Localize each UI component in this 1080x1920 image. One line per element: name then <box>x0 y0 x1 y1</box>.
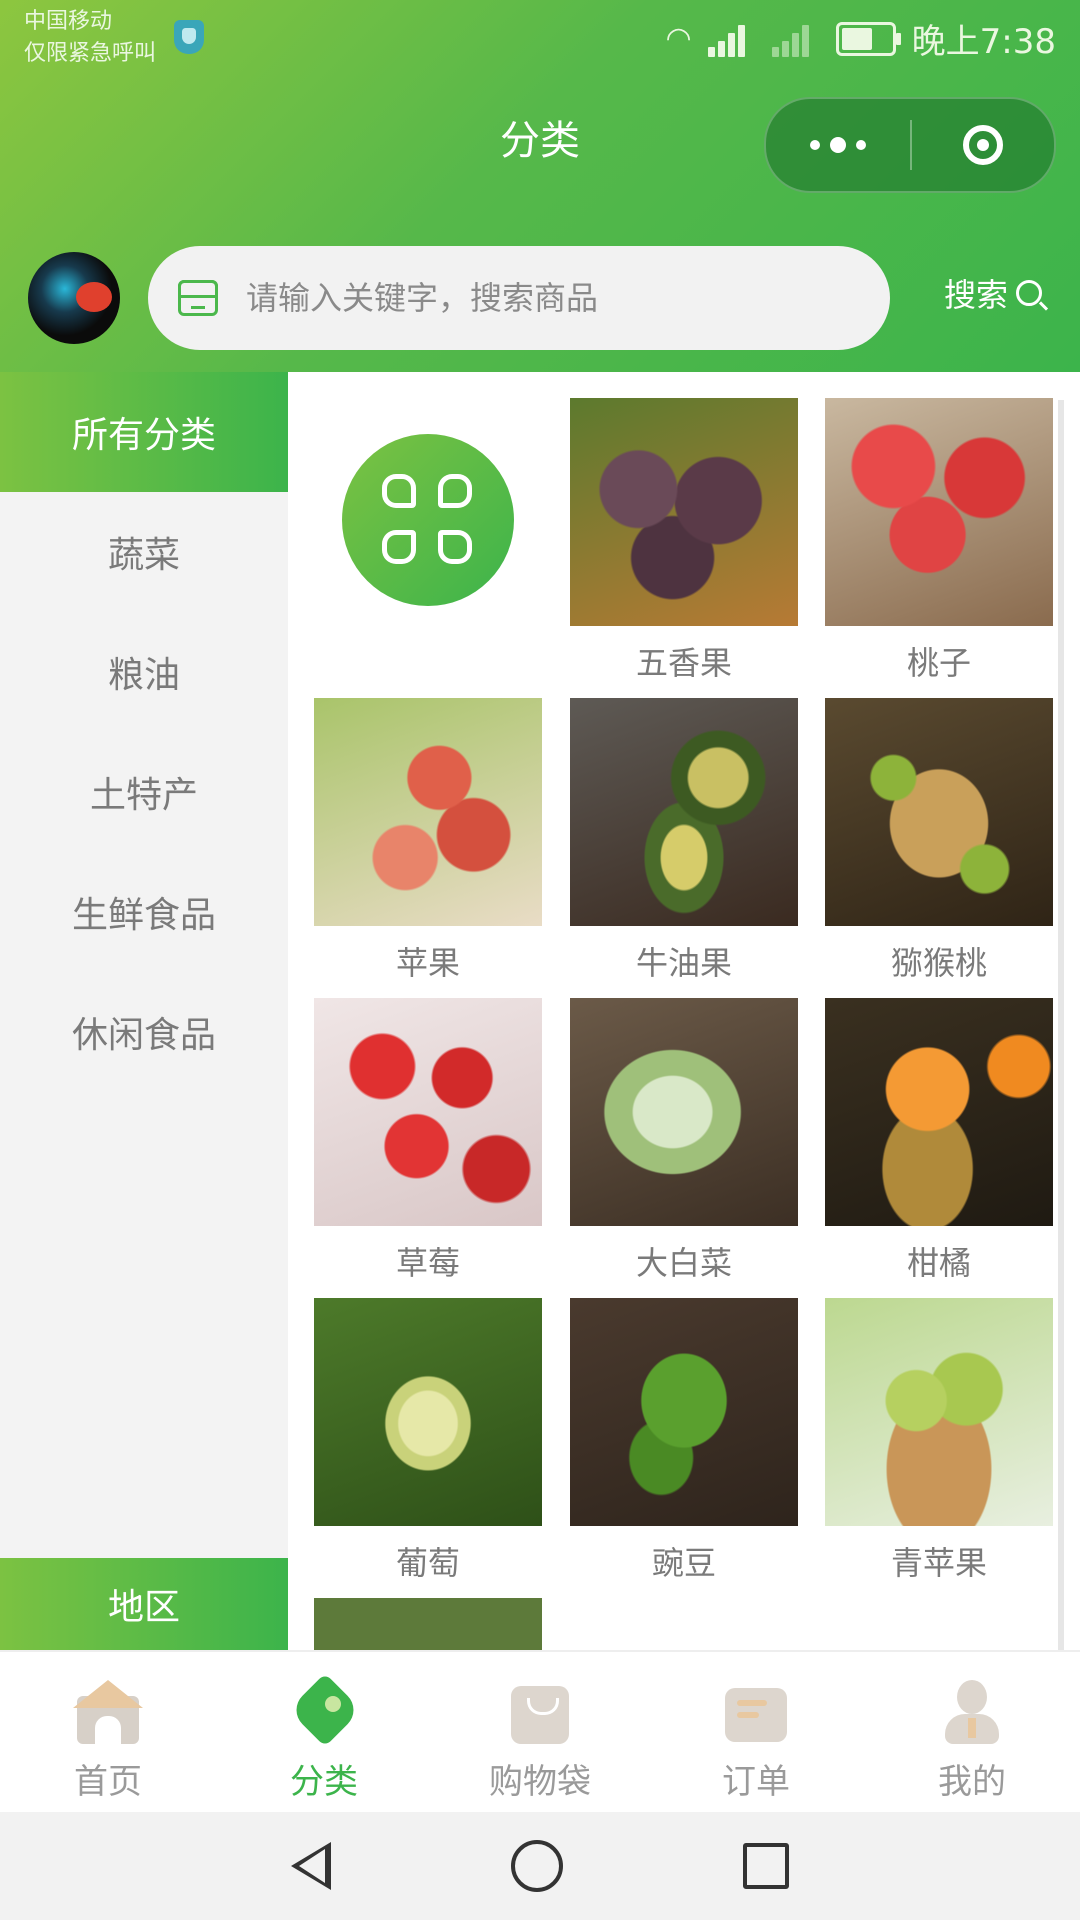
tab-shopping-bag[interactable]: 购物袋 <box>432 1652 648 1814</box>
product-card[interactable]: 五香果 <box>570 398 798 684</box>
sidebar-item-label: 生鲜食品 <box>71 895 216 936</box>
mangosteen-image <box>570 398 798 626</box>
sidebar-item-grain-oil[interactable]: 粮油 <box>0 612 288 732</box>
carrier-info: 中国移动 仅限紧急呼叫 <box>24 6 156 70</box>
product-grid: 五香果 桃子 苹果 牛油果 猕猴桃 草莓 大白菜 柑橘 葡萄 豌豆 青苹果 <box>288 372 1068 1650</box>
tab-label: 分类 <box>290 1762 358 1802</box>
product-card[interactable]: 青苹果 <box>825 1298 1053 1584</box>
tab-label: 我的 <box>938 1762 1006 1802</box>
product-card[interactable]: 桃子 <box>825 398 1053 684</box>
close-miniprogram-button[interactable] <box>912 125 1054 165</box>
scrollbar[interactable] <box>1058 400 1064 1650</box>
avocado-image <box>570 698 798 926</box>
system-navigation-bar <box>0 1812 1080 1920</box>
apple-tree-image <box>314 698 542 926</box>
store-icon <box>178 280 218 316</box>
product-card[interactable]: 豌豆 <box>570 1298 798 1584</box>
sidebar-item-fresh-food[interactable]: 生鲜食品 <box>0 852 288 972</box>
product-card[interactable]: 苹果 <box>314 698 542 984</box>
cabbage-image <box>570 998 798 1226</box>
product-card[interactable]: 柑橘 <box>825 998 1053 1284</box>
sidebar-item-vegetables[interactable]: 蔬菜 <box>0 492 288 612</box>
region-button[interactable]: 地区 <box>0 1558 288 1650</box>
avatar[interactable] <box>28 252 120 344</box>
tab-orders[interactable]: 订单 <box>648 1652 864 1814</box>
recents-square-icon[interactable] <box>743 1843 789 1889</box>
bottom-tab-bar: 首页 分类 购物袋 订单 我的 <box>0 1650 1080 1814</box>
back-icon[interactable] <box>291 1842 331 1890</box>
search-bar[interactable] <box>148 246 890 350</box>
sidebar-item-snacks[interactable]: 休闲食品 <box>0 972 288 1092</box>
clock-time: 晚上7:38 <box>911 22 1056 62</box>
sidebar-item-label: 所有分类 <box>71 415 216 456</box>
product-name: 草莓 <box>395 1244 460 1282</box>
product-name: 苹果 <box>395 944 460 982</box>
region-label: 地区 <box>107 1587 180 1628</box>
peach-image <box>825 398 1053 626</box>
product-card[interactable] <box>314 1598 542 1650</box>
sidebar-item-all[interactable]: 所有分类 <box>0 372 288 492</box>
sidebar-item-label: 蔬菜 <box>107 535 180 576</box>
product-name: 牛油果 <box>635 944 732 982</box>
status-indicators: ◠ 晚上7:38 <box>665 14 1056 63</box>
search-button-label: 搜索 <box>944 276 1009 314</box>
product-name: 葡萄 <box>395 1544 460 1582</box>
sidebar-item-local-specialty[interactable]: 土特产 <box>0 732 288 852</box>
product-card[interactable]: 大白菜 <box>570 998 798 1284</box>
grape-image <box>314 1298 542 1526</box>
product-name: 大白菜 <box>635 1244 732 1282</box>
product-name: 青苹果 <box>890 1544 987 1582</box>
product-name: 桃子 <box>906 644 971 682</box>
product-card[interactable]: 葡萄 <box>314 1298 542 1584</box>
product-card[interactable]: 草莓 <box>314 998 542 1284</box>
target-icon <box>963 125 1003 165</box>
wifi-icon: ◠ <box>665 21 692 56</box>
tab-label: 购物袋 <box>489 1762 591 1802</box>
carrier-name: 中国移动 <box>24 9 113 34</box>
product-name: 猕猴桃 <box>890 944 987 982</box>
green-apple-image <box>825 1298 1053 1526</box>
tab-home[interactable]: 首页 <box>0 1652 216 1814</box>
tab-profile[interactable]: 我的 <box>864 1652 1080 1814</box>
bag-icon <box>505 1678 575 1748</box>
sidebar-item-label: 休闲食品 <box>71 1015 216 1056</box>
more-menu-button[interactable] <box>766 137 910 153</box>
tangerine-image <box>825 998 1053 1226</box>
order-icon <box>721 1678 791 1748</box>
tab-category[interactable]: 分类 <box>216 1652 432 1814</box>
signal-2-icon <box>771 21 820 57</box>
tab-label: 订单 <box>722 1762 790 1802</box>
product-card[interactable]: 牛油果 <box>570 698 798 984</box>
search-icon <box>1016 280 1043 306</box>
all-categories-icon[interactable] <box>342 434 514 606</box>
shield-icon <box>174 20 204 54</box>
emergency-only-text: 仅限紧急呼叫 <box>24 41 157 66</box>
user-icon <box>937 1678 1007 1748</box>
home-icon <box>73 1678 143 1748</box>
search-button[interactable]: 搜索 <box>944 270 1043 316</box>
tab-label: 首页 <box>74 1762 142 1802</box>
kiwi-image <box>825 698 1053 926</box>
strawberry-image <box>314 998 542 1226</box>
category-sidebar: 所有分类 蔬菜 粮油 土特产 生鲜食品 休闲食品 <box>0 372 288 1650</box>
signal-icon <box>707 21 756 57</box>
product-name: 五香果 <box>635 644 732 682</box>
carrot-image <box>314 1598 542 1650</box>
peas-image <box>570 1298 798 1526</box>
product-name: 柑橘 <box>906 1244 971 1282</box>
status-bar: 中国移动 仅限紧急呼叫 ◠ 晚上7:38 <box>0 0 1080 72</box>
tag-icon <box>288 1673 362 1748</box>
sidebar-item-label: 土特产 <box>89 775 198 816</box>
header-bar: 中国移动 仅限紧急呼叫 ◠ 晚上7:38 分类 搜索 <box>0 0 1080 372</box>
search-input[interactable] <box>244 278 828 318</box>
battery-icon <box>835 21 901 56</box>
product-card[interactable]: 猕猴桃 <box>825 698 1053 984</box>
home-circle-icon[interactable] <box>511 1840 563 1892</box>
product-name: 豌豆 <box>651 1544 716 1582</box>
sidebar-item-label: 粮油 <box>107 655 180 696</box>
miniprogram-capsule <box>764 97 1056 193</box>
